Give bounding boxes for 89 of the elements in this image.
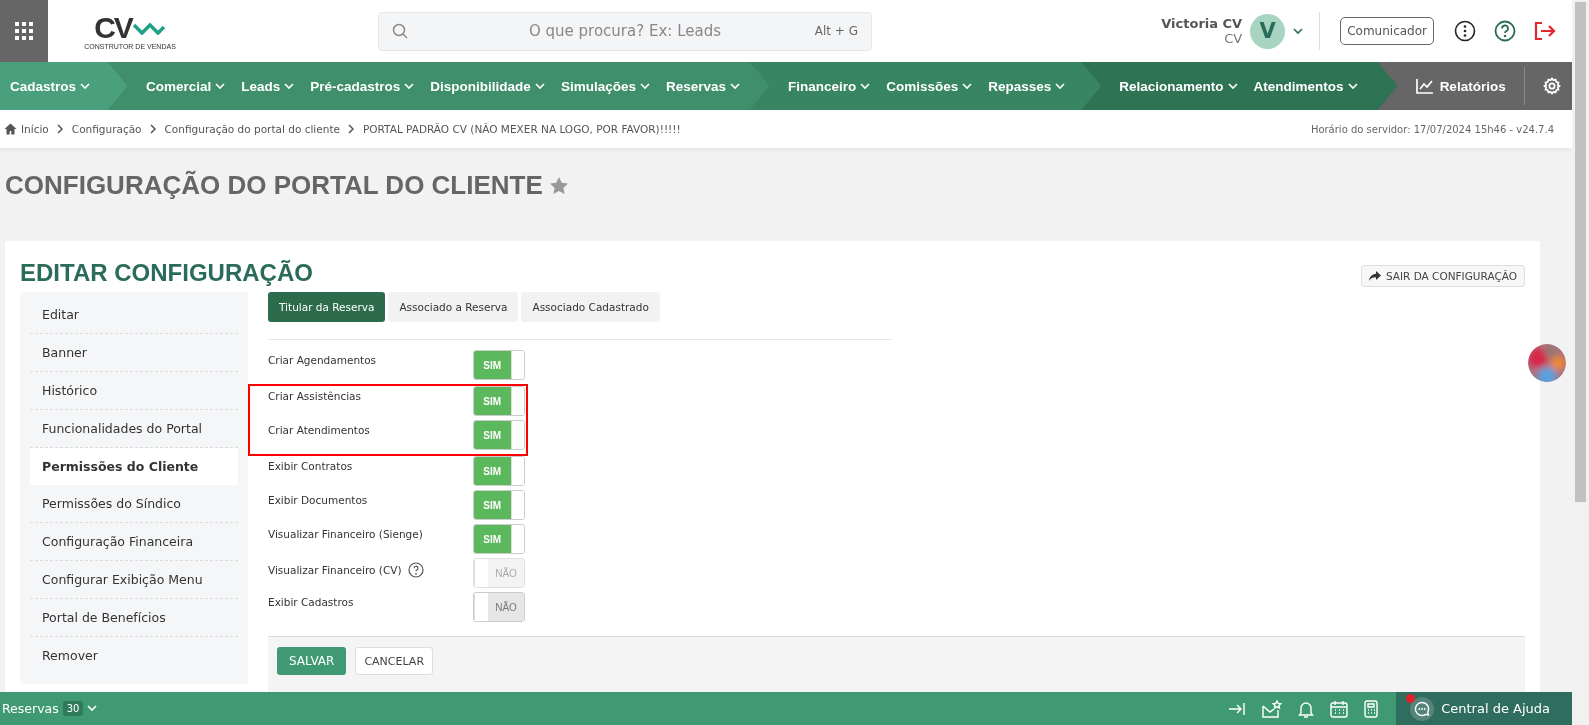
chevron-down-icon xyxy=(1055,82,1066,90)
sidebar-item[interactable]: Permissões do Cliente xyxy=(30,448,238,485)
page-title: CONFIGURAÇÃO DO PORTAL DO CLIENTE xyxy=(5,170,543,201)
cancel-button[interactable]: CANCELAR xyxy=(355,647,434,675)
chevron-down-icon xyxy=(534,82,545,90)
scrollbar-thumb[interactable] xyxy=(1575,2,1586,502)
sidebar-item[interactable]: Permissões do Síndico xyxy=(30,485,238,523)
chevron-down-icon xyxy=(215,82,226,90)
nav-menu-item[interactable]: Relacionamento xyxy=(1119,78,1238,94)
chat-icon xyxy=(1414,700,1431,717)
breadcrumb-link[interactable]: Configuração xyxy=(71,123,142,135)
user-role: CV xyxy=(1224,31,1243,46)
chevron-down-icon xyxy=(284,82,295,90)
tab[interactable]: Associado Cadastrado xyxy=(521,292,660,322)
user-avatar[interactable]: V xyxy=(1250,13,1286,49)
assistant-orb-icon[interactable] xyxy=(1527,343,1567,383)
chevron-down-icon xyxy=(1227,82,1238,90)
chevron-down-icon xyxy=(962,82,973,90)
calculator-icon[interactable] xyxy=(1364,699,1379,718)
exit-configuration-button[interactable]: SAIR DA CONFIGURAÇÃO xyxy=(1360,265,1525,287)
calendar-icon[interactable] xyxy=(1330,699,1349,718)
permission-label: Exibir Cadastros xyxy=(268,596,354,608)
tab[interactable]: Titular da Reserva xyxy=(268,292,386,322)
more-options-icon[interactable] xyxy=(1454,20,1476,42)
collapse-arrow-icon[interactable] xyxy=(1228,701,1247,716)
line-chart-icon xyxy=(1415,78,1434,94)
logo-wave-icon xyxy=(131,20,166,35)
favorite-star-icon[interactable] xyxy=(548,176,569,195)
nav-menu-item[interactable]: Simulações xyxy=(560,78,650,94)
chevron-right-icon xyxy=(56,124,64,134)
permission-label: Exibir Documentos xyxy=(268,494,368,506)
permission-label: Visualizar Financeiro (Sienge) xyxy=(268,528,423,540)
help-icon[interactable] xyxy=(1494,20,1516,42)
sidebar-item[interactable]: Histórico xyxy=(30,372,238,410)
logo-text: CV xyxy=(94,12,132,43)
chevron-down-icon xyxy=(404,82,415,90)
toggle-switch[interactable]: NÃO xyxy=(473,592,525,622)
home-icon xyxy=(4,123,17,135)
sidebar-item[interactable]: Configurar Exibição Menu xyxy=(30,561,238,599)
chevron-down-icon xyxy=(730,82,740,90)
sidebar-item[interactable]: Banner xyxy=(30,334,238,372)
chevron-right-icon xyxy=(347,124,355,134)
sidebar-item[interactable]: Configuração Financeira xyxy=(30,523,238,561)
communicator-button[interactable]: Comunicador xyxy=(1340,17,1434,45)
chevron-right-icon xyxy=(149,124,157,134)
server-time: Horário do servidor: 17/07/2024 15h46 - v24.7.4 xyxy=(1310,123,1555,135)
share-arrow-icon xyxy=(1368,271,1381,281)
settings-icon[interactable] xyxy=(1542,77,1561,95)
permission-label: Exibir Contratos xyxy=(268,460,353,472)
apps-menu-button[interactable] xyxy=(0,0,48,62)
help-center-button[interactable]: Central de Ajuda xyxy=(1396,692,1572,725)
permission-label: Criar Atendimentos xyxy=(268,424,370,436)
sidebar-item[interactable]: Portal de Benefícios xyxy=(30,599,238,637)
permission-label: Visualizar Financeiro (CV) xyxy=(268,564,402,576)
nav-menu-item[interactable]: Comissões xyxy=(886,78,973,94)
chevron-down-icon xyxy=(87,705,98,712)
chevron-down-icon xyxy=(860,82,871,90)
nav-menu-item[interactable]: Disponibilidade xyxy=(430,78,545,94)
nav-menu-item[interactable]: Leads xyxy=(241,78,295,94)
bell-icon[interactable] xyxy=(1298,699,1315,718)
chevron-down-icon xyxy=(639,82,650,90)
permission-label: Criar Assistências xyxy=(268,390,361,402)
breadcrumb-link[interactable]: Configuração do portal do cliente xyxy=(164,123,340,135)
logout-icon[interactable] xyxy=(1534,21,1556,41)
chevron-down-icon xyxy=(80,82,91,90)
reports-menu-item[interactable]: Relatórios xyxy=(1397,78,1524,94)
nav-menu-item[interactable]: Repasses xyxy=(988,78,1066,94)
breadcrumb-link[interactable]: PORTAL PADRÃO CV (NÃO MEXER NA LOGO, POR FAVOR)!!!!! xyxy=(362,123,681,135)
count-badge: 30 xyxy=(62,701,84,716)
nav-menu-item[interactable]: Comercial xyxy=(146,78,226,94)
tab[interactable]: Associado a Reserva xyxy=(388,292,519,322)
section-title: EDITAR CONFIGURAÇÃO xyxy=(20,259,313,287)
search-icon xyxy=(392,22,408,39)
breadcrumb-link[interactable]: Início xyxy=(21,123,49,135)
sidebar-item[interactable]: Editar xyxy=(30,296,238,334)
nav-menu-item[interactable]: Reservas xyxy=(665,78,740,94)
save-button[interactable]: SALVAR xyxy=(277,647,347,675)
shortcut-hint: Alt + G xyxy=(814,23,858,38)
permission-label: Criar Agendamentos xyxy=(268,354,377,366)
user-name: Victoria CV xyxy=(1161,16,1243,31)
nav-menu-item[interactable]: Pré-cadastros xyxy=(310,78,415,94)
grid-icon xyxy=(15,22,33,40)
mail-star-icon[interactable] xyxy=(1262,699,1283,718)
nav-menu-item[interactable]: Atendimentos xyxy=(1253,78,1358,94)
chevron-down-icon xyxy=(1347,82,1358,90)
chevron-down-icon xyxy=(1293,27,1304,35)
nav-menu-item[interactable]: Financeiro xyxy=(788,78,871,94)
module-name[interactable]: Reservas xyxy=(2,701,59,716)
sidebar-item[interactable]: Remover xyxy=(30,637,238,674)
